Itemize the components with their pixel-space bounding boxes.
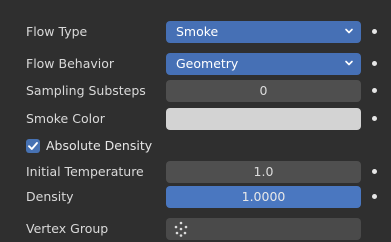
smoke-color-swatch[interactable] xyxy=(166,108,361,130)
smoke-color-label: Smoke Color xyxy=(26,111,105,126)
keyframe-dot-icon[interactable] xyxy=(372,169,377,174)
flow-behavior-row: Flow Behavior Geometry xyxy=(0,51,391,77)
chevron-down-icon xyxy=(345,60,353,66)
vertex-group-label: Vertex Group xyxy=(26,221,109,236)
flow-behavior-dropdown[interactable]: Geometry xyxy=(166,53,361,75)
flow-behavior-value: Geometry xyxy=(176,56,239,71)
initial-temperature-label: Initial Temperature xyxy=(26,164,144,179)
sampling-substeps-row: Sampling Substeps 0 xyxy=(0,78,391,104)
keyframe-dot-icon[interactable] xyxy=(372,194,377,199)
chevron-down-icon xyxy=(345,28,353,34)
keyframe-dot-icon[interactable] xyxy=(372,61,377,66)
vertex-group-row: Vertex Group xyxy=(0,216,391,242)
checkmark-icon xyxy=(28,142,38,150)
fluid-flow-settings-panel: Flow Type Smoke Flow Behavior Geometry S… xyxy=(0,0,391,242)
flow-behavior-label: Flow Behavior xyxy=(26,56,115,71)
smoke-color-row: Smoke Color xyxy=(0,106,391,132)
density-label: Density xyxy=(26,189,74,204)
vertex-group-icon xyxy=(174,221,188,237)
flow-type-row: Flow Type Smoke xyxy=(0,19,391,45)
density-field[interactable]: 1.0000 xyxy=(166,186,361,208)
initial-temperature-row: Initial Temperature 1.0 xyxy=(0,159,391,185)
flow-type-value: Smoke xyxy=(176,24,219,39)
keyframe-dot-icon[interactable] xyxy=(372,88,377,93)
sampling-substeps-label: Sampling Substeps xyxy=(26,83,146,98)
absolute-density-row: Absolute Density xyxy=(0,135,391,161)
vertex-group-field[interactable] xyxy=(166,218,361,240)
absolute-density-label: Absolute Density xyxy=(46,138,153,153)
density-row: Density 1.0000 xyxy=(0,184,391,210)
keyframe-dot-icon[interactable] xyxy=(372,29,377,34)
flow-type-label: Flow Type xyxy=(26,24,88,39)
flow-type-dropdown[interactable]: Smoke xyxy=(166,21,361,43)
sampling-substeps-field[interactable]: 0 xyxy=(166,80,361,102)
absolute-density-checkbox[interactable] xyxy=(26,139,40,153)
keyframe-dot-icon[interactable] xyxy=(372,116,377,121)
initial-temperature-field[interactable]: 1.0 xyxy=(166,161,361,183)
